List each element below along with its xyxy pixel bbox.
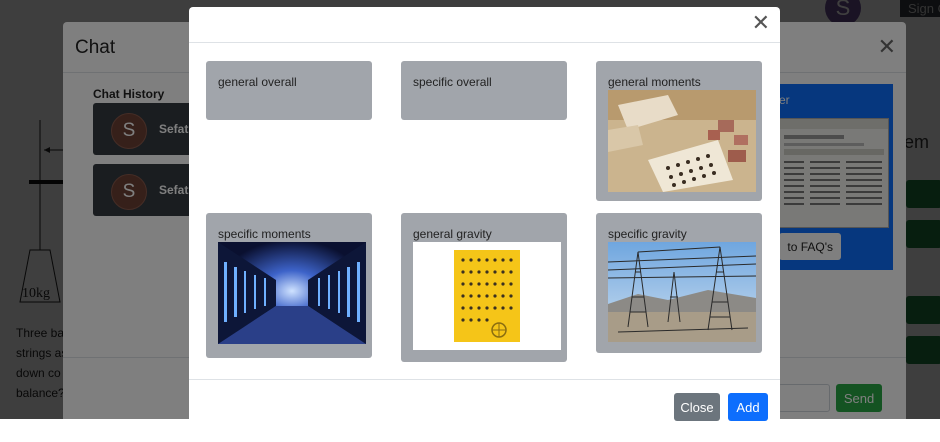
divider [189,379,780,380]
close-icon[interactable]: ✕ [752,12,770,34]
server-room-image [218,242,366,344]
image-tile[interactable]: general moments [596,61,762,201]
image-tile[interactable]: specific overall [401,61,567,120]
tile-label: specific overall [413,75,492,89]
image-tile[interactable]: specific gravity [596,213,762,353]
image-picker-modal: ✕ general overall specific overall gener… [189,7,780,427]
tile-label: general gravity [413,227,492,241]
picker-header: ✕ [189,7,780,43]
image-tile[interactable]: general gravity [401,213,567,362]
tile-label: specific moments [218,227,311,241]
yellow-pcb-image [413,242,561,350]
add-button[interactable]: Add [728,393,768,421]
tile-label: specific gravity [608,227,687,241]
image-tile[interactable]: specific moments [206,213,372,358]
desk-circuit-image [608,90,756,192]
tile-label: general overall [218,75,297,89]
close-button[interactable]: Close [674,393,720,421]
tile-label: general moments [608,75,701,89]
image-tile[interactable]: general overall [206,61,372,120]
power-substation-image [608,242,756,342]
